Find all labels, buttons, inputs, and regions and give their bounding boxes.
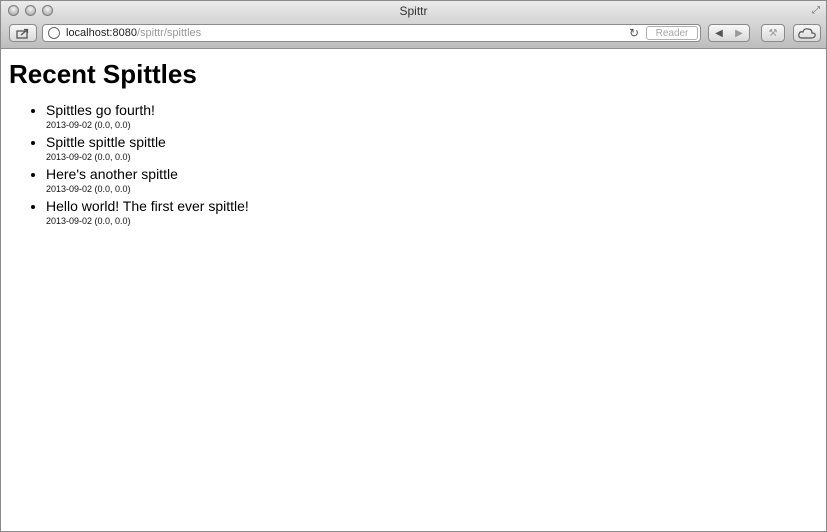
share-icon — [16, 28, 29, 39]
window-title: Spittr — [399, 4, 428, 18]
reader-button[interactable]: Reader — [646, 26, 698, 40]
spittle-meta: 2013-09-02 (0.0, 0.0) — [46, 120, 131, 130]
spittle-meta: 2013-09-02 (0.0, 0.0) — [46, 152, 131, 162]
spittle-message: Spittles go fourth! — [46, 102, 155, 118]
spittle-item: Hello world! The first ever spittle! 201… — [46, 198, 249, 228]
spittle-meta: 2013-09-02 (0.0, 0.0) — [46, 216, 131, 226]
back-forward-buttons: ◀ ▶ — [708, 24, 750, 42]
spittle-list: Spittles go fourth! 2013-09-02 (0.0, 0.0… — [9, 102, 249, 228]
spittle-message: Hello world! The first ever spittle! — [46, 198, 249, 214]
spittle-message: Spittle spittle spittle — [46, 134, 166, 150]
reload-icon[interactable]: ↻ — [629, 26, 639, 40]
globe-icon — [48, 27, 60, 39]
url-host: localhost:8080 — [66, 27, 137, 39]
spittle-item: Spittle spittle spittle 2013-09-02 (0.0,… — [46, 134, 249, 164]
page-title: Recent Spittles — [9, 59, 197, 89]
spittle-meta: 2013-09-02 (0.0, 0.0) — [46, 184, 131, 194]
url-path: /spittr/spittles — [136, 27, 202, 39]
browser-window: Spittr ⤢ localhost:8080/spittr/spittles … — [0, 0, 827, 532]
cloud-button[interactable] — [793, 24, 821, 42]
back-arrow-icon[interactable]: ◀ — [715, 28, 723, 39]
spittle-item: Spittles go fourth! 2013-09-02 (0.0, 0.0… — [46, 102, 249, 132]
wrench-icon: ⚒ — [768, 27, 778, 39]
share-button[interactable] — [9, 24, 37, 42]
url-text: localhost:8080/spittr/spittles — [66, 27, 201, 39]
cloud-icon — [798, 27, 816, 39]
settings-button[interactable]: ⚒ — [761, 24, 785, 42]
spittle-message: Here's another spittle — [46, 166, 178, 182]
spittle-item: Here's another spittle 2013-09-02 (0.0, … — [46, 166, 249, 196]
address-bar[interactable]: localhost:8080/spittr/spittles ↻ Reader — [42, 24, 701, 42]
forward-arrow-icon[interactable]: ▶ — [735, 28, 743, 39]
fullscreen-icon[interactable]: ⤢ — [812, 5, 820, 16]
page-content: Recent Spittles Spittles go fourth! 2013… — [9, 59, 249, 230]
title-bar: Spittr ⤢ — [1, 1, 826, 20]
browser-toolbar: localhost:8080/spittr/spittles ↻ Reader … — [1, 20, 826, 49]
